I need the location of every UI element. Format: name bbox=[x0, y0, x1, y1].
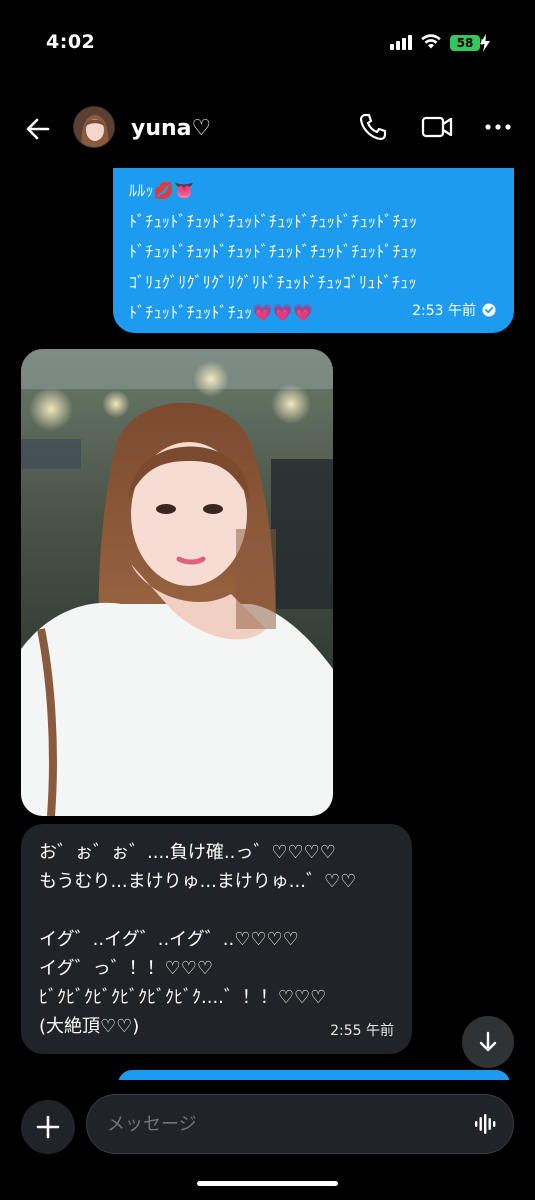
conversation-header: yuna♡ bbox=[0, 100, 535, 160]
voice-waveform-icon[interactable] bbox=[474, 1114, 496, 1134]
photo-image bbox=[21, 349, 333, 816]
message-line bbox=[39, 896, 394, 925]
avatar-image bbox=[74, 107, 114, 147]
plus-icon bbox=[36, 1115, 60, 1139]
battery-icon: 58 bbox=[450, 35, 480, 51]
charging-bolt-icon bbox=[480, 34, 490, 52]
message-line: ﾋﾞｸﾋﾞｸﾋﾞｸﾋﾞｸﾋﾞｸﾋﾞｸ....゛！！♡♡♡ bbox=[39, 987, 327, 1008]
message-line: イグ゛っ゛！！♡♡♡ bbox=[39, 958, 214, 979]
message-input[interactable] bbox=[86, 1094, 514, 1154]
contact-name[interactable]: yuna♡ bbox=[131, 116, 211, 141]
message-timestamp: 2:55 午前 bbox=[330, 1023, 394, 1039]
message-line: お゛ぉ゛ぉ゛....負け確..っ゛♡♡♡♡ bbox=[39, 842, 336, 863]
read-check-icon bbox=[482, 303, 496, 317]
message-timestamp: 2:53 午前 bbox=[412, 303, 476, 319]
status-time: 4:02 bbox=[46, 31, 96, 53]
message-meta: 2:53 午前 bbox=[412, 300, 496, 320]
phone-icon[interactable] bbox=[358, 112, 388, 142]
message-line: ﾄﾞﾁｭｯﾄﾞﾁｭｯﾄﾞﾁｭｯﾄﾞﾁｭｯﾄﾞﾁｭｯﾄﾞﾁｭｯﾄﾞﾁｭｯ bbox=[129, 211, 418, 231]
back-arrow-icon[interactable] bbox=[24, 115, 52, 143]
more-dots-icon[interactable] bbox=[484, 122, 512, 132]
video-camera-icon[interactable] bbox=[420, 113, 454, 141]
photo-attachment[interactable] bbox=[21, 349, 333, 816]
status-bar: 4:02 58 bbox=[0, 0, 535, 90]
message-line: ﾙﾙｯ💋👅 bbox=[129, 181, 195, 200]
home-indicator bbox=[197, 1181, 338, 1186]
message-line: もうむり...まけりゅ...まけりゅ...゛♡♡ bbox=[39, 871, 357, 892]
sent-message-bubble[interactable]: ﾙﾙｯ💋👅 ﾄﾞﾁｭｯﾄﾞﾁｭｯﾄﾞﾁｭｯﾄﾞﾁｭｯﾄﾞﾁｭｯﾄﾞﾁｭｯﾄﾞﾁｭ… bbox=[113, 168, 514, 333]
arrow-down-icon bbox=[479, 1031, 497, 1052]
avatar[interactable] bbox=[73, 106, 115, 148]
add-attachment-button[interactable] bbox=[21, 1100, 75, 1154]
message-line: イグ゛..イグ゛..イグ゛..♡♡♡♡ bbox=[39, 929, 299, 950]
scroll-to-bottom-button[interactable] bbox=[462, 1016, 514, 1068]
wifi-icon bbox=[421, 34, 441, 49]
message-line: ﾄﾞﾁｭｯﾄﾞﾁｭｯﾄﾞﾁｭｯﾄﾞﾁｭｯﾄﾞﾁｭｯﾄﾞﾁｭｯﾄﾞﾁｭｯ bbox=[129, 242, 418, 261]
received-message-bubble[interactable]: お゛ぉ゛ぉ゛....負け確..っ゛♡♡♡♡ もうむり...まけりゅ...まけりゅ… bbox=[21, 824, 412, 1054]
signal-icon bbox=[390, 35, 414, 50]
message-line: ｺﾞﾘｭｸﾞﾘｸﾞﾘｸﾞﾘｸﾞﾘﾄﾞﾁｭｯﾄﾞﾁｭｯｺﾞﾘｭﾄﾞﾁｭｯ bbox=[129, 272, 417, 292]
